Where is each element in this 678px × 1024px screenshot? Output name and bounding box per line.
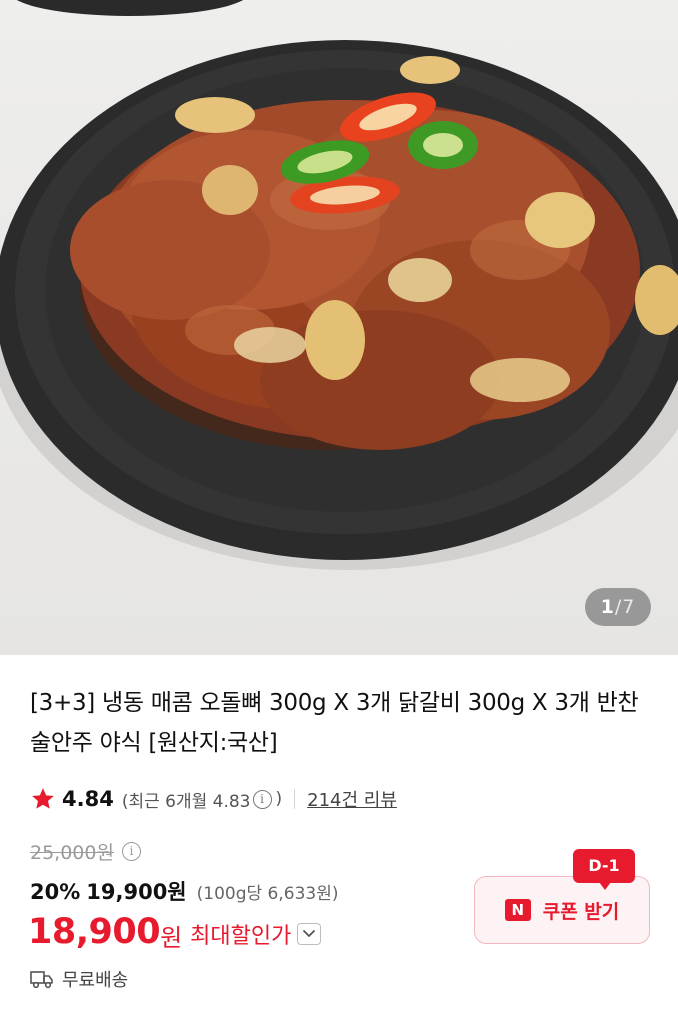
price-info-icon[interactable]: i — [121, 842, 141, 861]
original-price-row: 25,000원 i — [30, 838, 145, 865]
rating-value: 4.84 — [62, 787, 114, 811]
shipping-label: 무료배송 — [62, 970, 129, 991]
original-price: 25,000원 — [30, 842, 114, 864]
image-counter: 1/7 — [585, 588, 651, 626]
naver-logo-icon: N — [504, 899, 531, 921]
discount-row: 20% 19,900원 (100g당 6,633원) — [30, 876, 338, 906]
final-price-unit: 원 — [160, 923, 183, 952]
chevron-down-icon — [303, 930, 316, 937]
coupon-label: 쿠폰 받기 — [542, 900, 620, 923]
expand-discount-button[interactable] — [297, 923, 322, 945]
final-price: 18,900 — [28, 912, 161, 952]
coupon-download-button[interactable]: N 쿠폰 받기 — [474, 876, 650, 944]
info-icon[interactable]: i — [252, 789, 272, 809]
truck-icon — [30, 971, 53, 989]
review-count-link[interactable]: 214건 리뷰 — [307, 786, 397, 812]
rating-row: 4.84 (최근 6개월 4.83 i ) 214건 리뷰 — [30, 784, 397, 814]
star-icon — [32, 788, 54, 809]
recent-rating-label: (최근 6개월 4.83 — [121, 791, 251, 812]
max-discount-label: 최대할인가 — [190, 924, 292, 949]
dday-badge: D-1 — [573, 849, 635, 890]
image-counter-current: 1 — [600, 596, 615, 618]
discount-percent: 20% — [30, 880, 81, 904]
product-image[interactable]: 1/7 — [0, 0, 678, 655]
recent-rating: (최근 6개월 4.83 i ) — [122, 787, 282, 812]
recent-rating-close: ) — [275, 789, 283, 809]
discount-price: 19,900원 — [86, 880, 187, 904]
image-counter-total: 7 — [622, 596, 636, 618]
product-title: [3+3] 냉동 매콤 오돌뼈 300g X 3개 닭갈비 300g X 3개 … — [30, 690, 639, 756]
divider — [294, 789, 296, 809]
food-photo — [0, 0, 678, 570]
unit-price: (100g당 6,633원) — [196, 884, 339, 904]
final-price-row: 18,900 원 최대할인가 — [28, 909, 322, 955]
shipping-row: 무료배송 — [30, 966, 128, 992]
